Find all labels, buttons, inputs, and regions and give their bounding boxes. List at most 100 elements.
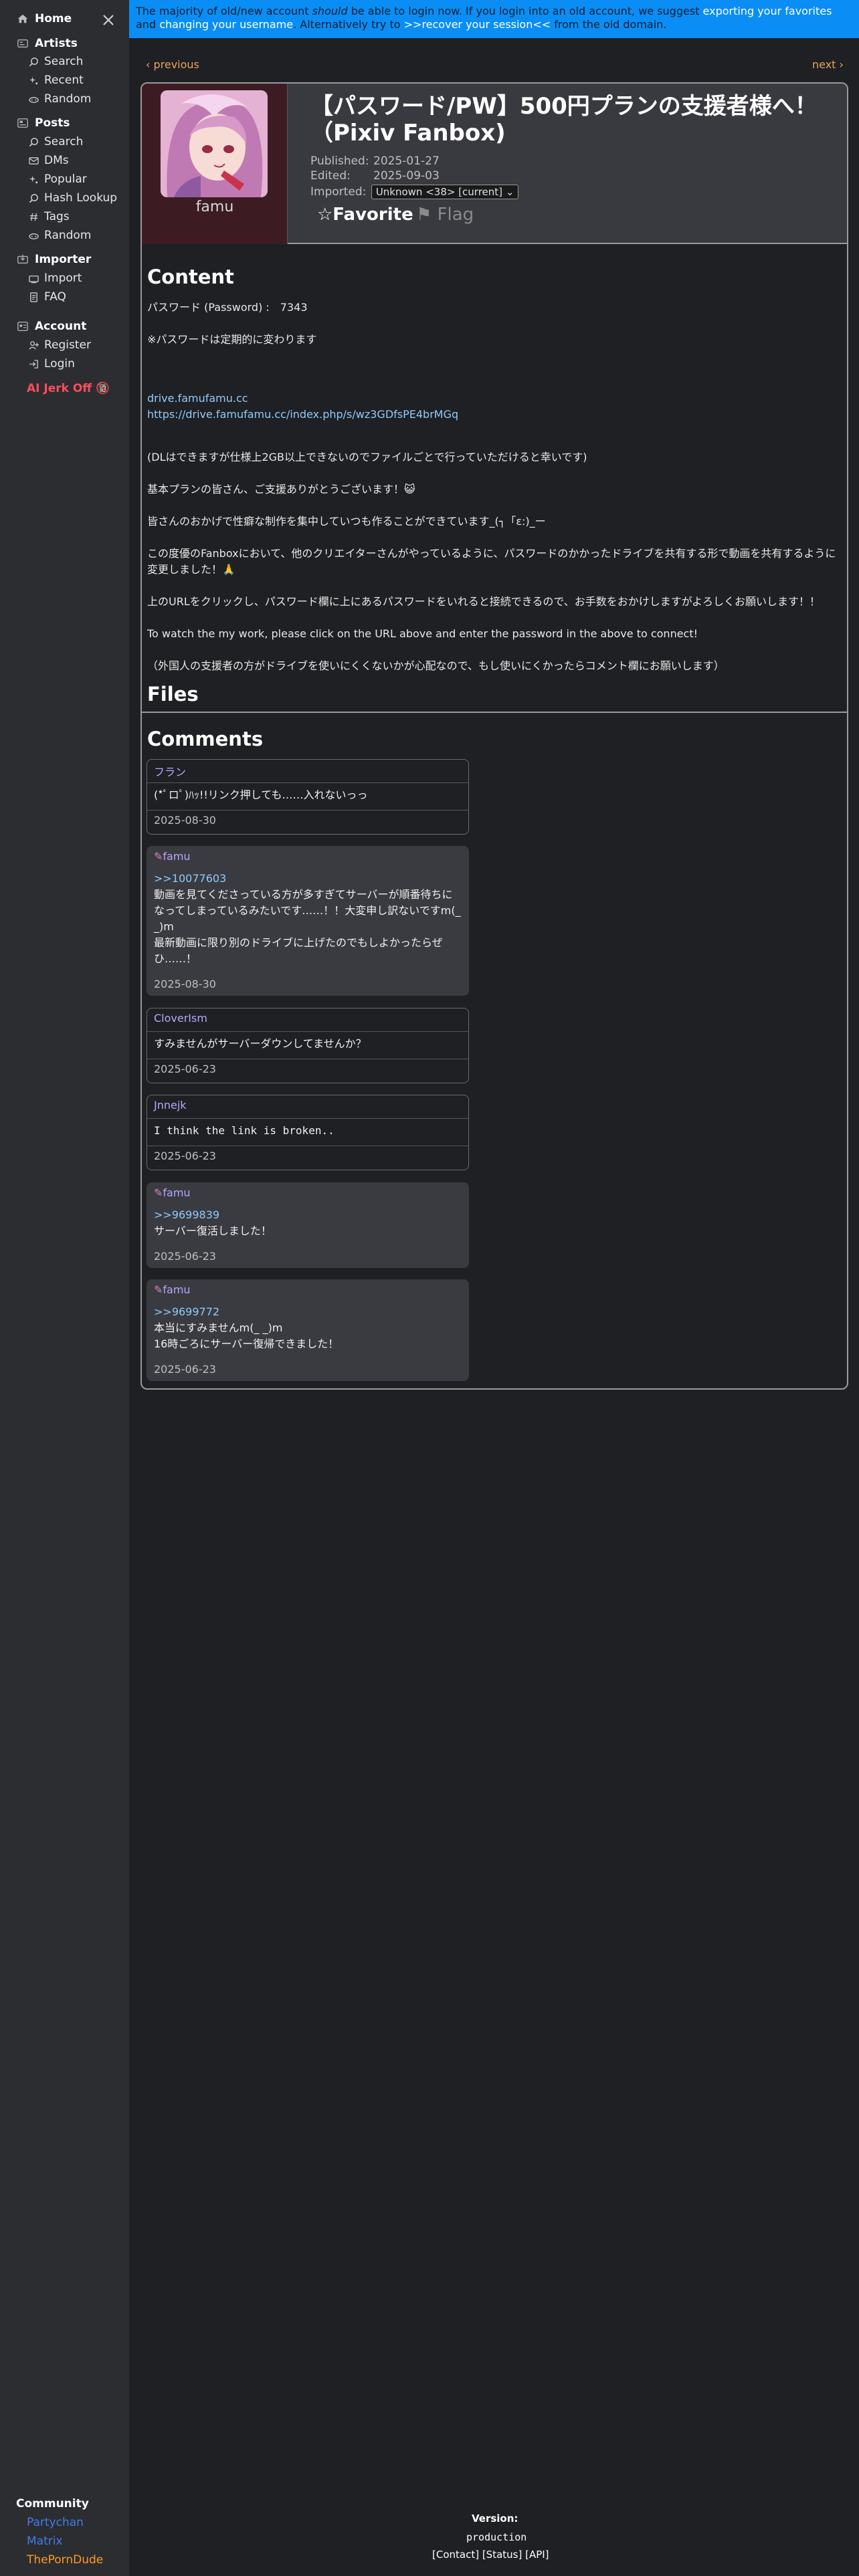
export-favorites-link[interactable]: exporting your favorites [703,5,832,17]
sidebar-item-posts-dms[interactable]: DMs [28,154,69,167]
hash-icon [28,211,39,222]
avatar[interactable] [161,90,268,197]
sidebar-item-artists-random[interactable]: Random [28,92,91,106]
account-icon [16,320,29,333]
comments-heading: Comments [147,728,264,750]
username[interactable]: famu [142,199,288,215]
files-heading: Files [147,683,199,706]
sidebar-item-faq[interactable]: FAQ [28,290,66,304]
version-label: Version: [472,2512,518,2525]
sidebar-section-account: Account [16,320,86,333]
home-label: Home [35,12,72,25]
published-row: Published: 2025-01-27 [310,154,440,168]
published-date: 2025-01-27 [373,154,440,168]
reply-link[interactable]: >>10077603 [154,871,462,887]
sidebar-item-posts-popular[interactable]: Popular [28,173,87,186]
sidebar-item-posts-hash-lookup[interactable]: Hash Lookup [28,191,117,205]
reply-link[interactable]: >>9699772 [154,1304,462,1320]
comment-author[interactable]: CloverIsm [147,1008,468,1031]
sidebar-item-posts-search[interactable]: Search [28,135,83,148]
content-paragraph: （外国人の支援者の方がドライブを使いにくくないかが心配なので、もし使いにくかった… [147,659,725,672]
artists-icon [16,37,29,50]
drive-url-link[interactable]: https://drive.famufamu.cc/index.php/s/wz… [147,407,836,423]
comment-body: >>9699772 本当にすみませんm(_ _)m 16時ごろにサーバー復帰でき… [147,1300,468,1352]
ai-promo-link[interactable]: AI Jerk Off 🔞 [27,382,110,395]
register-icon [28,340,39,350]
post-card: famu 【パスワード/PW】500円プランの支援者様へ！（Pixiv Fanb… [140,82,848,1390]
creator-badge-icon: ✎ [154,1283,163,1296]
sparkle-icon [28,174,39,185]
community-link-matrix[interactable]: Matrix [27,2535,63,2548]
dm-icon [28,155,39,166]
sidebar-item-artists-recent[interactable]: Recent [28,74,84,87]
version-value: production [466,2531,527,2543]
content-paragraph: To watch the my work, please click on th… [147,627,698,640]
comment: ✎famu >>9699772 本当にすみませんm(_ _)m 16時ごろにサー… [147,1279,469,1381]
content-paragraph: 上のURLをクリックし、パスワード欄に上にあるパスワードをいれると接続できるので… [147,595,820,608]
next-post-link[interactable]: next › [812,58,844,71]
comment-date: 2025-06-23 [154,1250,216,1263]
comment-body: >>10077603 動画を見てくださっている方が多すぎてサーバーが順番待ちにな… [154,871,462,965]
change-username-link[interactable]: changing your username [159,18,293,31]
sidebar-item-posts-tags[interactable]: Tags [28,210,70,223]
comment-body: >>9699839 サーバー復活しました！ [147,1203,468,1239]
login-notice-banner: The majority of old/new account should b… [129,0,859,38]
sidebar: Home Artists Search Recent Random Posts … [0,0,129,2576]
divider [147,810,468,811]
faq-icon [28,292,39,302]
user-card[interactable]: famu [142,84,288,244]
sidebar-item-posts-random[interactable]: Random [28,229,91,242]
import-version-select[interactable]: Unknown <38> [current] ⌄ [371,185,519,199]
comment-author[interactable]: フラン [147,760,468,782]
comment-author[interactable]: Jnnejk [147,1095,468,1118]
comment-body: (*ﾟロﾟ)ﾊｯ!!リンク押しても……入れないっっ [154,788,368,801]
comment-body: I think the link is broken.. [154,1124,335,1137]
content-paragraph: (DLはできますが仕様上2GB以上できないのでファイルごとで行っていただけると幸… [147,451,587,463]
comment-body: すみませんがサーバーダウンしてませんか？ [154,1037,367,1050]
sidebar-item-login[interactable]: Login [28,357,75,370]
creator-badge-icon: ✎ [154,1186,163,1199]
sidebar-item-artists-search[interactable]: Search [28,55,83,68]
comment-author[interactable]: ✎famu [147,847,468,867]
edited-row: Edited: 2025-09-03 [310,169,440,183]
drive-link[interactable]: drive.famufamu.cc [147,391,836,407]
content-paragraph: 基本プランの皆さん、ご支援ありがとうございます！😺 [147,483,415,496]
content-paragraph: 皆さんのおかげで性癖な制作を集中していつも作ることができています_(┐「ε:)_… [147,515,546,528]
comment-author[interactable]: ✎famu [147,1183,468,1203]
posts-icon [16,116,29,130]
sidebar-item-import[interactable]: Import [28,272,82,285]
sidebar-item-register[interactable]: Register [28,338,91,352]
chevron-down-icon: ⌄ [505,186,514,198]
reply-link[interactable]: >>9699839 [154,1207,462,1223]
edited-date: 2025-09-03 [373,169,440,183]
previous-post-link[interactable]: ‹ previous [146,58,199,71]
close-icon[interactable] [100,12,116,28]
comment-date: 2025-06-23 [154,1363,216,1376]
flag-button[interactable]: ⚑ Flag [416,205,474,225]
comment: ✎famu >>10077603 動画を見てくださっている方が多すぎてサーバーが… [147,846,469,996]
comment-date: 2025-08-30 [154,978,216,990]
sidebar-section-importer: Importer [16,253,91,266]
favorite-button[interactable]: ☆Favorite [317,205,413,225]
random-icon [28,94,39,104]
community-link-partychan[interactable]: Partychan [27,2516,84,2529]
footer-links[interactable]: [Contact] [Status] [API] [432,2549,549,2561]
home-link[interactable]: Home [16,12,72,25]
comment-date: 2025-06-23 [154,1063,216,1075]
community-link-theporndude[interactable]: ThePornDude [27,2553,103,2567]
comment-author[interactable]: ✎famu [147,1280,468,1300]
community-heading: Community [16,2497,89,2510]
login-icon [28,358,39,369]
creator-badge-icon: ✎ [154,850,163,863]
password-note: ※パスワードは定期的に変わります [147,333,317,346]
sidebar-section-posts: Posts [16,116,70,130]
comment: Jnnejk I think the link is broken.. 2025… [147,1095,469,1170]
divider [142,712,847,713]
search-icon [28,193,39,203]
home-icon [16,12,29,25]
importer-icon [16,253,29,266]
post-title: 【パスワード/PW】500円プランの支援者様へ！（Pixiv Fanbox) [310,93,818,146]
recover-session-link[interactable]: >>recover your session<< [404,18,551,31]
imported-row: Imported: Unknown <38> [current] ⌄ [310,185,519,199]
random-icon [28,230,39,241]
